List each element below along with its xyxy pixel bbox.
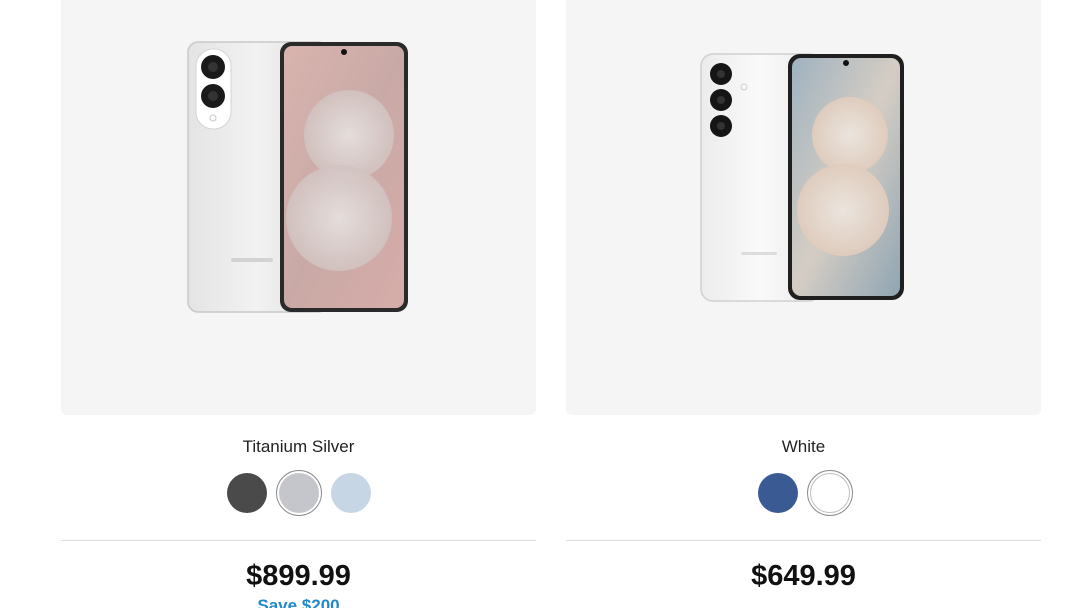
color-swatch-dark-gray[interactable] xyxy=(224,470,270,516)
product-grid: Titanium Silver $899.99 Save $200 White … xyxy=(0,0,1082,608)
color-swatch-titanium-silver[interactable] xyxy=(275,470,322,516)
swatch-dot xyxy=(809,473,850,513)
product-image-1[interactable] xyxy=(61,0,536,415)
price: $899.99 xyxy=(246,560,351,592)
price: $649.99 xyxy=(751,560,856,592)
swatch-dot xyxy=(757,473,798,513)
color-swatches xyxy=(566,470,1041,516)
product-card-2: White $649.99 xyxy=(566,0,1041,593)
swatch-dot xyxy=(278,473,319,513)
selected-color-label: Titanium Silver xyxy=(242,437,355,456)
product-image-2[interactable] xyxy=(566,0,1041,415)
swatch-dot xyxy=(330,473,371,513)
color-swatches xyxy=(61,470,536,516)
divider xyxy=(61,540,536,541)
product-card-1: Titanium Silver $899.99 Save $200 xyxy=(61,0,536,608)
color-swatch-blue[interactable] xyxy=(755,470,801,516)
divider xyxy=(566,540,1041,541)
color-swatch-light-blue[interactable] xyxy=(328,470,374,516)
phone-illustration-white xyxy=(700,53,904,302)
color-swatch-white[interactable] xyxy=(806,470,853,516)
savings-label: Save $200 xyxy=(257,596,340,608)
selected-color-label: White xyxy=(781,437,826,456)
swatch-dot xyxy=(226,473,267,513)
phone-illustration-silver xyxy=(187,41,408,313)
